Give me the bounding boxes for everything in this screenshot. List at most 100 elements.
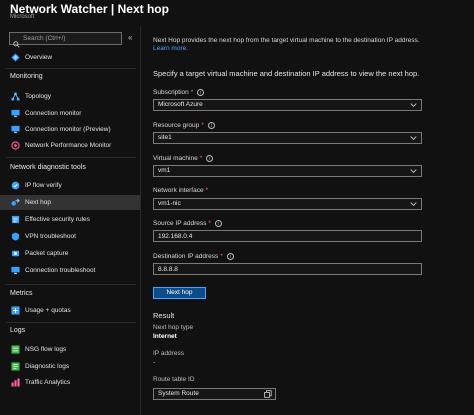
required-marker: * <box>201 122 204 130</box>
network-interface-value: vm1-nic <box>158 200 181 207</box>
sidebar-item-topology[interactable]: Topology <box>0 89 140 104</box>
collapse-sidebar-button[interactable]: « <box>128 33 132 42</box>
resource-group-dropdown[interactable]: site1 <box>153 132 422 144</box>
instruction-text: Specify a target virtual machine and des… <box>153 69 420 78</box>
sidebar-item-label: Packet capture <box>25 250 69 257</box>
sidebar-item-label: IP flow verify <box>25 182 62 189</box>
description-text: Next Hop provides the next hop from the … <box>153 37 420 44</box>
sidebar-item-label: Connection troubleshoot <box>25 267 96 274</box>
sidebar-item-label: Effective security rules <box>25 216 90 223</box>
header: Network Watcher | Next hop Microsoft <box>0 0 474 26</box>
sidebar-item-connection-monitor[interactable]: Connection monitor <box>0 106 140 121</box>
divider <box>6 157 136 158</box>
sidebar-item-label: Traffic Analytics <box>25 379 71 386</box>
usage-quotas-icon <box>11 306 20 315</box>
section-label-logs: Logs <box>10 327 26 334</box>
search-box[interactable] <box>9 32 122 48</box>
sidebar-item-diagnostic-logs[interactable]: Diagnostic logs <box>0 359 140 374</box>
ip-flow-icon <box>11 181 20 190</box>
sidebar-item-label: Overview <box>25 54 53 61</box>
traffic-analytics-icon <box>11 378 20 387</box>
virtual-machine-label: Virtual machine * i <box>153 155 214 163</box>
virtual-machine-value: vm1 <box>158 167 171 174</box>
diagnostic-logs-icon <box>11 362 20 371</box>
sidebar-item-nsg-flow-logs[interactable]: NSG flow logs <box>0 342 140 357</box>
route-table-label: Route table ID <box>153 376 195 383</box>
sidebar-item-ip-flow-verify[interactable]: IP flow verify <box>0 178 140 193</box>
section-label-diagnostic-tools: Network diagnostic tools <box>10 164 86 171</box>
required-marker: * <box>205 187 209 194</box>
learn-more-link[interactable]: Learn more. <box>153 45 188 52</box>
topology-icon <box>11 92 20 101</box>
section-label-monitoring: Monitoring <box>10 73 43 80</box>
sidebar-item-label: Connection monitor <box>25 110 82 117</box>
description: Next Hop provides the next hop from the … <box>153 37 469 53</box>
subscription-label: Subscription * i <box>153 89 205 96</box>
search-input[interactable] <box>23 33 119 44</box>
destination-ip-input[interactable] <box>153 263 422 275</box>
connection-troubleshoot-icon <box>11 266 20 275</box>
chevron-down-icon <box>410 201 417 211</box>
sidebar-item-packet-capture[interactable]: Packet capture <box>0 246 140 261</box>
sidebar-item-connection-troubleshoot[interactable]: Connection troubleshoot <box>0 263 140 278</box>
ip-address-value: - <box>153 359 156 366</box>
info-icon[interactable]: i <box>197 89 205 96</box>
divider <box>6 284 136 285</box>
sidebar: « Overview Monitoring Topology Connectio… <box>0 26 141 415</box>
resource-group-value: site1 <box>158 134 172 141</box>
network-interface-label: Network interface * <box>153 187 209 194</box>
network-interface-dropdown[interactable]: vm1-nic <box>153 198 422 210</box>
virtual-machine-dropdown[interactable]: vm1 <box>153 165 422 177</box>
required-marker: * <box>208 220 211 228</box>
subscription-dropdown[interactable]: Microsoft Azure <box>153 99 422 111</box>
sidebar-item-label: VPN troubleshoot <box>25 233 76 240</box>
source-ip-label: Source IP address * i <box>153 220 222 227</box>
sidebar-item-label: Topology <box>25 93 52 100</box>
required-marker: * <box>199 155 203 163</box>
sidebar-item-traffic-analytics[interactable]: Traffic Analytics <box>0 375 140 390</box>
sidebar-item-effective-security-rules[interactable]: Effective security rules <box>0 212 140 227</box>
divider <box>6 322 136 323</box>
result-title: Result <box>153 311 175 320</box>
sidebar-item-label: Usage + quotas <box>25 307 71 314</box>
info-icon[interactable]: i <box>214 220 222 227</box>
chevron-down-icon <box>410 135 417 145</box>
resource-group-label: Resource group * i <box>153 122 215 129</box>
divider <box>6 68 136 69</box>
sidebar-item-connection-monitor-preview[interactable]: Connection monitor (Preview) <box>0 122 140 137</box>
next-hop-type-label: Next hop type <box>153 324 194 331</box>
network-performance-icon <box>11 141 20 150</box>
route-table-field: System Route <box>153 388 276 400</box>
subscription-value: Microsoft Azure <box>158 101 203 108</box>
page-subtitle: Microsoft <box>10 14 35 20</box>
section-label-metrics: Metrics <box>10 290 33 297</box>
vpn-icon <box>11 232 20 241</box>
sidebar-item-usage-quotas[interactable]: Usage + quotas <box>0 303 140 318</box>
info-icon[interactable]: i <box>206 155 214 162</box>
source-ip-input[interactable] <box>153 230 422 242</box>
sidebar-item-overview[interactable]: Overview <box>0 50 140 65</box>
copy-icon[interactable] <box>264 390 272 402</box>
sidebar-item-label: Connection monitor (Preview) <box>25 126 111 133</box>
sidebar-item-vpn-troubleshoot[interactable]: VPN troubleshoot <box>0 229 140 244</box>
info-icon[interactable]: i <box>226 253 234 260</box>
monitor-icon <box>11 109 20 118</box>
nsg-flow-logs-icon <box>11 345 20 354</box>
sidebar-item-label: NSG flow logs <box>25 346 67 353</box>
security-rules-icon <box>11 215 20 224</box>
sidebar-item-label: Next hop <box>25 199 52 206</box>
monitor-icon <box>11 125 20 134</box>
sidebar-item-label: Network Performance Monitor <box>25 142 112 149</box>
sidebar-item-network-performance-monitor[interactable]: Network Performance Monitor <box>0 138 140 153</box>
destination-ip-label: Destination IP address * i <box>153 253 234 260</box>
required-marker: * <box>220 253 223 261</box>
packet-capture-icon <box>11 249 20 258</box>
sidebar-item-next-hop[interactable]: Next hop <box>0 195 140 210</box>
next-hop-button[interactable]: Next hop <box>153 287 206 299</box>
info-icon[interactable]: i <box>207 122 215 129</box>
main-panel: Next Hop provides the next hop from the … <box>142 26 474 415</box>
overview-icon <box>11 53 20 62</box>
chevron-down-icon <box>410 102 417 112</box>
chevron-down-icon <box>410 168 417 178</box>
ip-address-label: IP address <box>153 350 184 357</box>
